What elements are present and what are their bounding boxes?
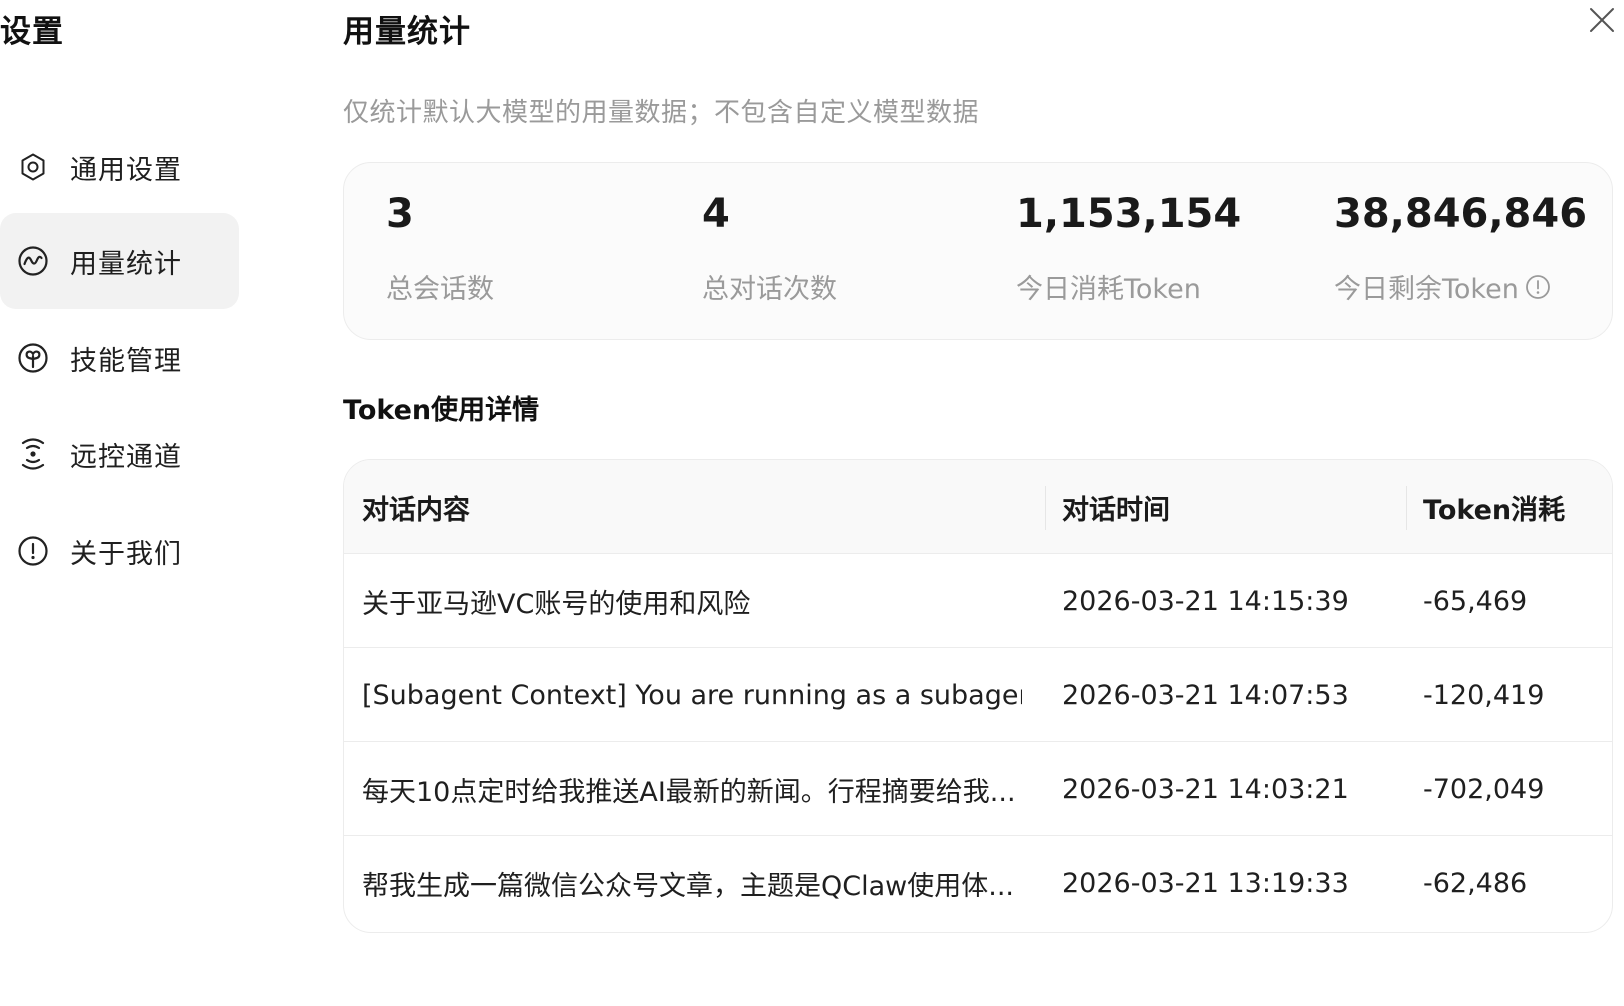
stats-card: 3 总会话数 4 总对话次数 1,153,154 今日消耗Token 38,84… — [343, 162, 1613, 340]
sidebar-item-label: 关于我们 — [70, 538, 182, 570]
stat-caption: 今日剩余Token — [1334, 267, 1551, 306]
column-divider — [1045, 486, 1046, 530]
sidebar-item-label: 通用设置 — [70, 154, 182, 186]
stat-value: 3 — [386, 191, 414, 237]
row-time: 2026-03-21 14:15:39 — [1062, 585, 1349, 617]
close-button[interactable] — [1584, 2, 1620, 38]
sidebar-item-label: 技能管理 — [70, 345, 182, 377]
info-circle-icon[interactable] — [1525, 274, 1551, 300]
table-row[interactable]: [Subagent Context] You are running as a … — [344, 648, 1612, 742]
sidebar-item-label: 用量统计 — [70, 248, 182, 280]
stat-caption: 总会话数 — [386, 274, 494, 305]
table-row[interactable]: 关于亚马逊VC账号的使用和风险 2026-03-21 14:15:39 -65,… — [344, 554, 1612, 648]
sidebar-item-label: 远控通道 — [70, 441, 182, 473]
row-content: [Subagent Context] You are running as a … — [362, 679, 1022, 711]
row-tokens: -62,486 — [1423, 867, 1528, 899]
usage-chart-icon — [16, 244, 50, 278]
stat-value: 38,846,846 — [1334, 191, 1588, 237]
stat-caption: 总对话次数 — [702, 274, 837, 305]
table-header-row: 对话内容 对话时间 Token消耗 — [344, 460, 1612, 554]
row-time: 2026-03-21 14:07:53 — [1062, 679, 1349, 711]
table-row[interactable]: 每天10点定时给我推送AI最新的新闻。行程摘要给我... 2026-03-21 … — [344, 742, 1612, 836]
sidebar-item-about[interactable]: 关于我们 — [0, 503, 239, 599]
sidebar-item-skills[interactable]: 技能管理 — [0, 310, 239, 406]
sidebar-title: 设置 — [0, 14, 64, 50]
column-header-time: 对话时间 — [1062, 494, 1170, 526]
sidebar-item-general[interactable]: 通用设置 — [0, 119, 239, 215]
skill-brain-icon — [16, 341, 50, 375]
row-content: 每天10点定时给我推送AI最新的新闻。行程摘要给我... — [362, 776, 1016, 808]
stat-value: 1,153,154 — [1016, 191, 1242, 237]
page-title: 用量统计 — [343, 14, 471, 50]
row-tokens: -120,419 — [1423, 679, 1545, 711]
row-time: 2026-03-21 13:19:33 — [1062, 867, 1349, 899]
section-title: Token使用详情 — [343, 395, 540, 426]
row-tokens: -65,469 — [1423, 585, 1528, 617]
column-header-tokens: Token消耗 — [1423, 494, 1566, 526]
close-icon — [1590, 8, 1614, 32]
row-tokens: -702,049 — [1423, 773, 1545, 805]
row-content: 关于亚马逊VC账号的使用和风险 — [362, 588, 751, 620]
page-subtitle: 仅统计默认大模型的用量数据；不包含自定义模型数据 — [343, 98, 980, 128]
stat-caption: 今日消耗Token — [1016, 274, 1201, 305]
column-divider — [1406, 486, 1407, 530]
stat-value: 4 — [702, 191, 730, 237]
info-circle-icon — [16, 534, 50, 568]
column-header-content: 对话内容 — [362, 494, 470, 526]
table-row[interactable]: 帮我生成一篇微信公众号文章，主题是QClaw使用体... 2026-03-21 … — [344, 836, 1612, 930]
settings-window: 设置 通用设置 用量统计 技能管理 远控通道 关于我们 用量统计 仅统计默认大模… — [0, 0, 1624, 1006]
remote-signal-icon — [16, 437, 50, 471]
sidebar-item-remote[interactable]: 远控通道 — [0, 406, 239, 502]
gear-icon — [16, 150, 50, 184]
row-time: 2026-03-21 14:03:21 — [1062, 773, 1349, 805]
row-content: 帮我生成一篇微信公众号文章，主题是QClaw使用体... — [362, 870, 1014, 902]
token-usage-table: 对话内容 对话时间 Token消耗 关于亚马逊VC账号的使用和风险 2026-0… — [343, 459, 1613, 933]
sidebar-item-usage[interactable]: 用量统计 — [0, 213, 239, 309]
